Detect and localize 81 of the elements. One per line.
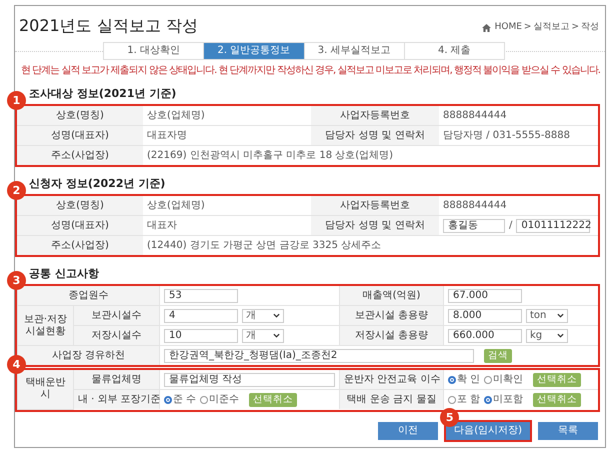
radio-label: 미확인 (493, 373, 524, 386)
input-field[interactable]: 한강권역_북한강_청평댐(Ⅰa)_조종천2 (164, 348, 474, 362)
field-label: 보관시설수 (74, 306, 160, 326)
field-label: 성명(대표자) (17, 126, 143, 146)
chevron-down-icon (273, 333, 280, 338)
radio-label: 준 수 (173, 393, 196, 406)
field-label: 종업원수 (18, 286, 160, 306)
step-tab[interactable]: 3. 세부실적보고 (304, 43, 405, 59)
breadcrumb-link[interactable]: 작성 (581, 21, 599, 34)
field-label: 사업자등록번호 (311, 106, 439, 126)
field-label: 매출액(억원) (340, 286, 444, 306)
field-label: 물류업체명 (74, 370, 160, 390)
name-field[interactable]: 홍길동 (443, 218, 505, 232)
field-label: 내 · 외부 포장기준 (74, 390, 160, 409)
field-label: 성명(대표자) (17, 216, 143, 236)
input-field[interactable]: 660.000 (448, 328, 522, 342)
section-title: 공통 신고사항 (29, 267, 100, 281)
group-label: 보관·저장 시설현황 (18, 306, 74, 346)
chevron-down-icon (273, 313, 280, 318)
radio-label: 미준수 (209, 393, 240, 406)
input-field[interactable]: 물류업체명 작성 (164, 372, 335, 386)
section-title: 조사대상 정보(2021년 기준) (29, 87, 178, 101)
input-field[interactable]: 4 (164, 308, 238, 322)
field-label: 담당자 성명 및 연락처 (311, 216, 439, 236)
warning-message: 현 단계는 실적 보고가 제출되지 않은 상태입니다. 현 단계까지만 작성하신 경우, 실적보고 미보고로 처리되며, 행정적 불이익을 받으실 수 있습니다. (21, 65, 601, 77)
field-label: 저장시설수 (74, 326, 160, 346)
input-field[interactable]: 8.000 (448, 308, 522, 322)
breadcrumb-separator: > (571, 21, 579, 34)
separator: / (509, 219, 512, 232)
section-title: 신청자 정보(2022년 기준) (29, 177, 166, 191)
unit-select[interactable]: kg (526, 328, 568, 342)
radio-button[interactable] (200, 396, 208, 404)
breadcrumb-link[interactable]: HOME (494, 21, 522, 34)
radio-label: 확 인 (457, 373, 480, 386)
field-value: 8888844444 (439, 106, 598, 126)
number-badge: 1 (7, 91, 26, 110)
radio-button[interactable] (484, 376, 492, 384)
unit-select[interactable]: ton (526, 308, 568, 322)
field-label: 주소(사업장) (17, 146, 143, 165)
field-label: 담당자 성명 및 연락처 (311, 126, 439, 146)
breadcrumb-link[interactable]: 실적보고 (533, 21, 570, 34)
number-badge: 2 (7, 181, 26, 200)
breadcrumb-separator: > (524, 21, 532, 34)
field-value: (12440) 경기도 가평군 상면 금강로 3325 상세주소 (143, 236, 598, 255)
input-field[interactable]: 53 (164, 288, 238, 302)
number-badge: 3 (7, 271, 26, 290)
field-value: 8888844444 (439, 196, 598, 216)
group-label: 택배운반시 (18, 370, 74, 409)
unit-select[interactable]: 개 (242, 308, 284, 322)
unit-select[interactable]: 개 (242, 328, 284, 342)
field-label: 운반자 안전교육 이수 (340, 370, 444, 390)
field-label: 상호(명칭) (17, 196, 143, 216)
previous-button[interactable]: 이전 (378, 422, 438, 440)
home-icon (482, 24, 491, 32)
field-label: 사업자등록번호 (311, 196, 439, 216)
field-value: 담당자명 / 031-5555-8888 (439, 126, 598, 146)
radio-button[interactable] (164, 396, 172, 404)
radio-label: 포 함 (457, 393, 480, 406)
number-badge: 5 (440, 408, 460, 426)
step-tab[interactable]: 4. 제출 (404, 43, 504, 59)
chevron-down-icon (557, 333, 564, 338)
input-field[interactable]: 10 (164, 328, 238, 342)
field-label: 저장시설 총용량 (340, 326, 444, 346)
number-badge: 4 (7, 355, 26, 374)
radio-label: 미포함 (493, 393, 524, 406)
radio-button[interactable] (484, 396, 492, 404)
chevron-down-icon (557, 313, 564, 318)
field-label: 택배 운송 금지 물질 (340, 390, 444, 409)
next-button[interactable]: 다음(임시저장) (446, 422, 530, 440)
phone-field[interactable]: 01011112222 (516, 218, 590, 232)
field-label: 주소(사업장) (17, 236, 143, 255)
page-title: 2021년도 실적보고 작성 (19, 16, 198, 36)
list-button[interactable]: 목록 (538, 422, 598, 440)
radio-button[interactable] (448, 396, 456, 404)
step-tab[interactable]: 2. 일반공통정보 (204, 43, 304, 59)
field-label: 보관시설 총용량 (340, 306, 444, 326)
radio-button[interactable] (448, 376, 456, 384)
field-label: 사업장 경유하천 (18, 346, 160, 365)
input-field[interactable]: 67.000 (448, 288, 522, 302)
field-label: 상호(명칭) (17, 106, 143, 126)
field-value: (22169) 인천광역시 미추홀구 미추로 18 상호(업체명) (143, 146, 598, 165)
